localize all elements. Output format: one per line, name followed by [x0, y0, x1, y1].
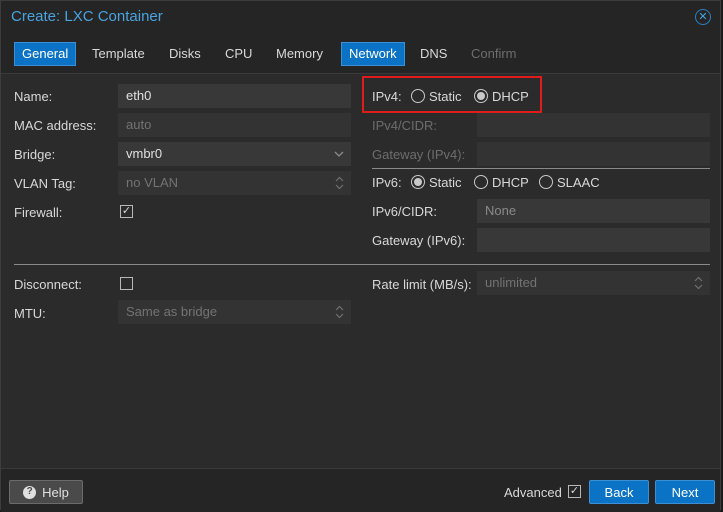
- gateway-ipv6-input[interactable]: [477, 228, 710, 252]
- tab-dns[interactable]: DNS: [413, 42, 454, 66]
- vlan-tag-placeholder: no VLAN: [126, 175, 179, 190]
- ipv6-cidr-label: IPv6/CIDR:: [372, 204, 438, 219]
- question-icon: ?: [23, 485, 37, 499]
- create-lxc-dialog: Create: LXC Container ✕ General Template…: [0, 0, 721, 512]
- rate-limit-placeholder: unlimited: [485, 275, 538, 290]
- disconnect-checkbox[interactable]: [120, 277, 133, 290]
- gateway-ipv4-input[interactable]: [477, 142, 710, 166]
- dialog-footer: ? Help Advanced ✓ Back Next: [1, 468, 720, 512]
- help-button-label: Help: [42, 484, 69, 500]
- disconnect-label: Disconnect:: [14, 277, 82, 292]
- chevron-down-icon[interactable]: [334, 143, 344, 165]
- ipv4-static-label: Static: [429, 89, 462, 104]
- ipv4-cidr-label: IPv4/CIDR:: [372, 118, 438, 133]
- gateway-ipv6-label: Gateway (IPv6):: [372, 233, 466, 248]
- tab-disks[interactable]: Disks: [162, 42, 208, 66]
- ipv4-cidr-input[interactable]: [477, 113, 710, 137]
- mtu-label: MTU:: [14, 306, 46, 321]
- ipv4-ipv6-divider: [372, 168, 710, 169]
- tab-cpu[interactable]: CPU: [218, 42, 259, 66]
- dialog-title: Create: LXC Container: [11, 8, 163, 25]
- ipv4-static-radio[interactable]: [411, 89, 425, 103]
- advanced-label: Advanced: [504, 485, 562, 500]
- advanced-checkbox[interactable]: ✓: [568, 485, 581, 498]
- bridge-select[interactable]: vmbr0: [118, 142, 351, 166]
- ipv6-cidr-input[interactable]: None: [477, 199, 710, 223]
- bridge-value: vmbr0: [126, 146, 163, 161]
- ipv4-dhcp-label: DHCP: [492, 89, 529, 104]
- ipv6-label: IPv6:: [372, 175, 402, 190]
- mtu-placeholder: Same as bridge: [126, 304, 218, 319]
- ipv6-cidr-placeholder: None: [485, 203, 517, 218]
- ipv6-dhcp-label: DHCP: [492, 175, 529, 190]
- ipv4-label: IPv4:: [372, 89, 402, 104]
- rate-limit-label: Rate limit (MB/s):: [372, 277, 472, 292]
- tab-network[interactable]: Network: [341, 42, 405, 66]
- mac-address-placeholder: auto: [126, 117, 152, 132]
- tab-confirm: Confirm: [471, 46, 517, 61]
- section-divider: [14, 264, 710, 265]
- close-icon[interactable]: ✕: [695, 9, 711, 25]
- vlan-tag-label: VLAN Tag:: [14, 176, 76, 191]
- ipv6-static-label: Static: [429, 175, 462, 190]
- ipv6-slaac-radio[interactable]: [539, 175, 553, 189]
- firewall-checkbox[interactable]: ✓: [120, 205, 133, 218]
- name-value: eth0: [126, 88, 152, 103]
- ipv4-dhcp-radio[interactable]: [474, 89, 488, 103]
- gateway-ipv4-label: Gateway (IPv4):: [372, 147, 466, 162]
- name-label: Name:: [14, 89, 53, 104]
- ipv6-dhcp-radio[interactable]: [474, 175, 488, 189]
- spinner-icon[interactable]: [335, 301, 344, 323]
- dialog-titlebar: Create: LXC Container ✕: [1, 1, 720, 35]
- help-button[interactable]: ? Help: [9, 480, 83, 504]
- vlan-tag-input[interactable]: no VLAN: [118, 171, 351, 195]
- back-button[interactable]: Back: [589, 480, 649, 504]
- tab-bar: General Template Disks CPU Memory Networ…: [1, 35, 720, 73]
- spinner-icon[interactable]: [335, 172, 344, 194]
- tab-template[interactable]: Template: [85, 42, 152, 66]
- ipv6-slaac-label: SLAAC: [557, 175, 600, 190]
- next-button[interactable]: Next: [655, 480, 715, 504]
- rate-limit-input[interactable]: unlimited: [477, 271, 710, 295]
- mac-address-input[interactable]: auto: [118, 113, 351, 137]
- mtu-input[interactable]: Same as bridge: [118, 300, 351, 324]
- spinner-icon[interactable]: [694, 272, 703, 294]
- firewall-label: Firewall:: [14, 205, 63, 220]
- ipv6-static-radio[interactable]: [411, 175, 425, 189]
- bridge-label: Bridge:: [14, 147, 56, 162]
- tab-memory[interactable]: Memory: [269, 42, 330, 66]
- tab-general[interactable]: General: [14, 42, 77, 66]
- mac-address-label: MAC address:: [14, 118, 97, 133]
- name-input[interactable]: eth0: [118, 84, 351, 108]
